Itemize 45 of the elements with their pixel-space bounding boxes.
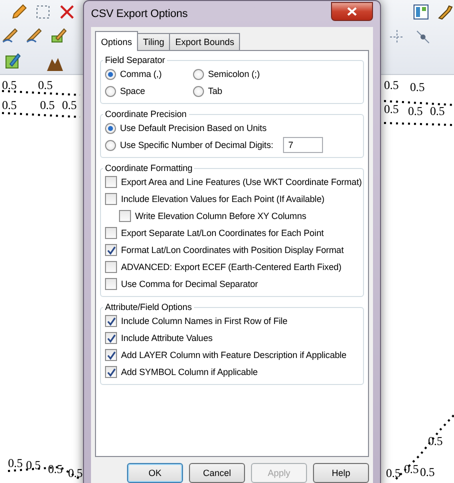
checkbox-label: Export Area and Line Features (Use WKT Coordinate Format): [121, 177, 362, 187]
dialog-button[interactable]: Cancel: [189, 463, 245, 483]
group-title: Coordinate Formatting: [104, 163, 194, 173]
tab[interactable]: Export Bounds: [169, 33, 240, 50]
checkbox-label: ADVANCED: Export ECEF (Earth-Centered Earth Fixed): [121, 262, 342, 272]
tab[interactable]: Options: [95, 31, 138, 51]
option-label: Space: [120, 86, 146, 96]
checkbox-label: Include Elevation Values for Each Point (If Available): [121, 194, 324, 204]
map-label: 0.5: [38, 78, 53, 93]
checkbox-label: Include Column Names in First Row of File: [121, 316, 288, 326]
option-label: Semicolon (;): [208, 69, 260, 79]
map-label: 0.5: [420, 465, 435, 480]
map-label: 0.5: [68, 466, 83, 481]
tab[interactable]: Tiling: [137, 33, 170, 50]
map-label: 0.5: [384, 78, 399, 93]
checkbox-label: Add SYMBOL Column if Applicable: [121, 367, 258, 377]
option-label: Comma (,): [120, 69, 162, 79]
map-label: 0.5: [384, 102, 399, 117]
group-title: Attribute/Field Options: [104, 302, 193, 312]
map-label: 0.5: [410, 80, 425, 95]
map-label: 0.5: [62, 98, 77, 113]
group-title: Field Separator: [104, 55, 166, 65]
window-title: CSV Export Options: [91, 8, 188, 20]
checkbox-label: Write Elevation Column Before XY Columns: [135, 211, 306, 221]
checkbox-label: Export Separate Lat/Lon Coordinates for Each Point: [121, 228, 324, 238]
map-label: 0.5: [2, 78, 17, 93]
checkbox-label: Include Attribute Values: [121, 333, 212, 343]
option-label: Use Specific Number of Decimal Digits:: [120, 140, 274, 150]
map-label: 0.5: [40, 98, 55, 113]
map-label: 0.5: [386, 466, 401, 481]
dialog-button[interactable]: Help: [313, 463, 369, 483]
map-label: 0.5: [2, 98, 17, 113]
dialog-button[interactable]: OK: [127, 463, 183, 483]
checkbox-label: Add LAYER Column with Feature Description if Applicable: [121, 350, 346, 360]
map-label: 0.5: [8, 456, 23, 471]
checkbox-label: Use Comma for Decimal Separator: [121, 279, 258, 289]
group-title: Coordinate Precision: [104, 109, 188, 119]
map-label: 0.5: [48, 462, 63, 477]
map-label: 0.5: [430, 104, 445, 119]
option-label: Use Default Precision Based on Units: [120, 123, 266, 133]
checkbox-label: Format Lat/Lon Coordinates with Position Display Format: [121, 245, 344, 255]
map-label: 0.5: [26, 458, 41, 473]
decimal-digits-field[interactable]: 7: [283, 137, 324, 153]
map-label: 0.5: [408, 104, 423, 119]
option-label: Tab: [208, 86, 222, 96]
